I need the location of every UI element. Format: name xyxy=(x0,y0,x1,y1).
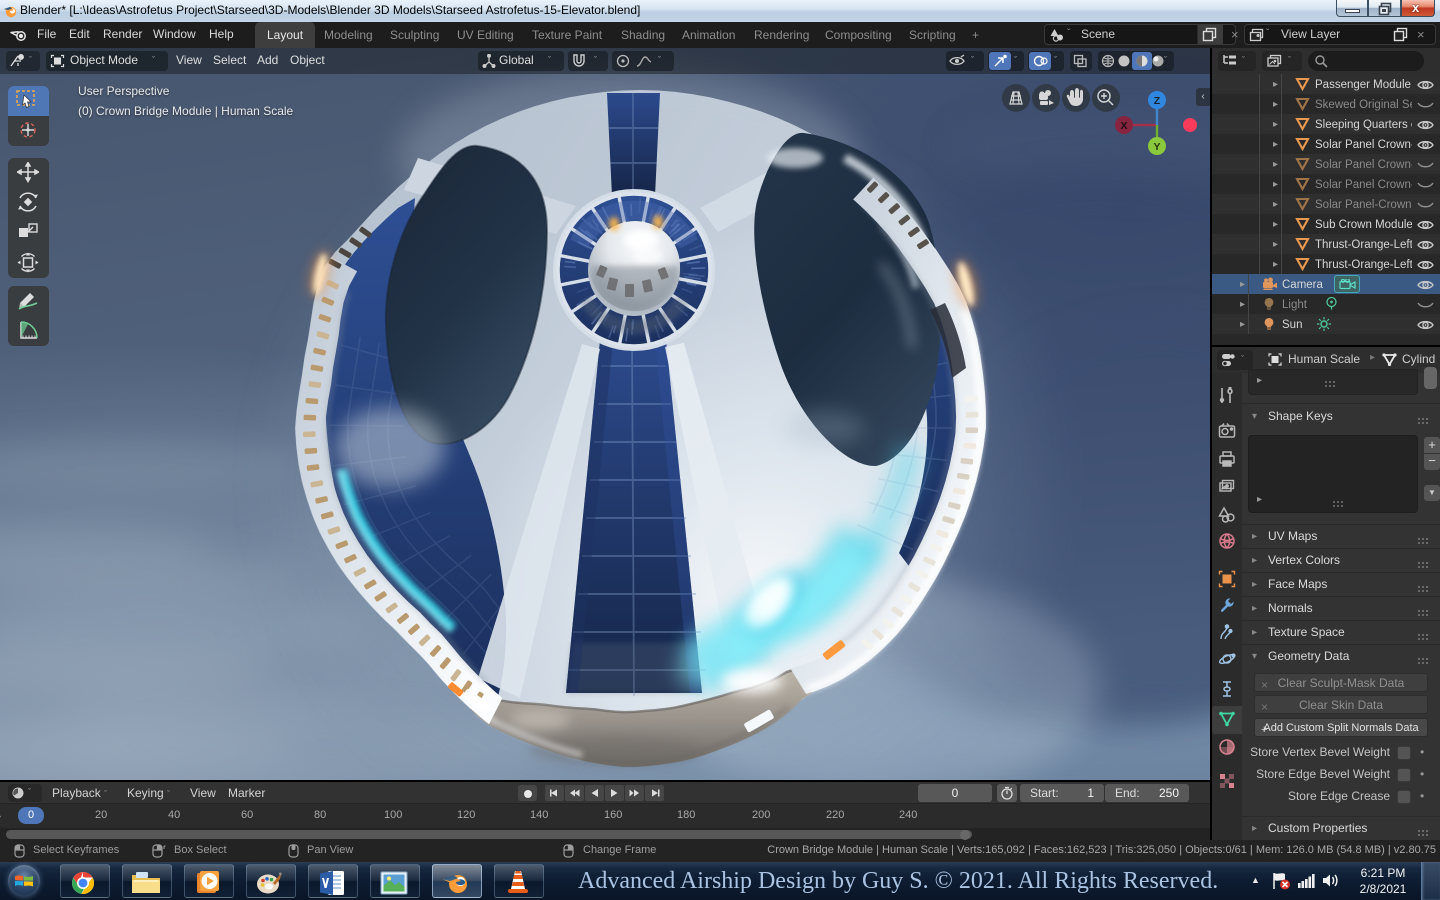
svg-text:Y: Y xyxy=(1153,141,1160,153)
svg-text:X: X xyxy=(1120,120,1127,132)
svg-text:Z: Z xyxy=(1154,95,1161,107)
